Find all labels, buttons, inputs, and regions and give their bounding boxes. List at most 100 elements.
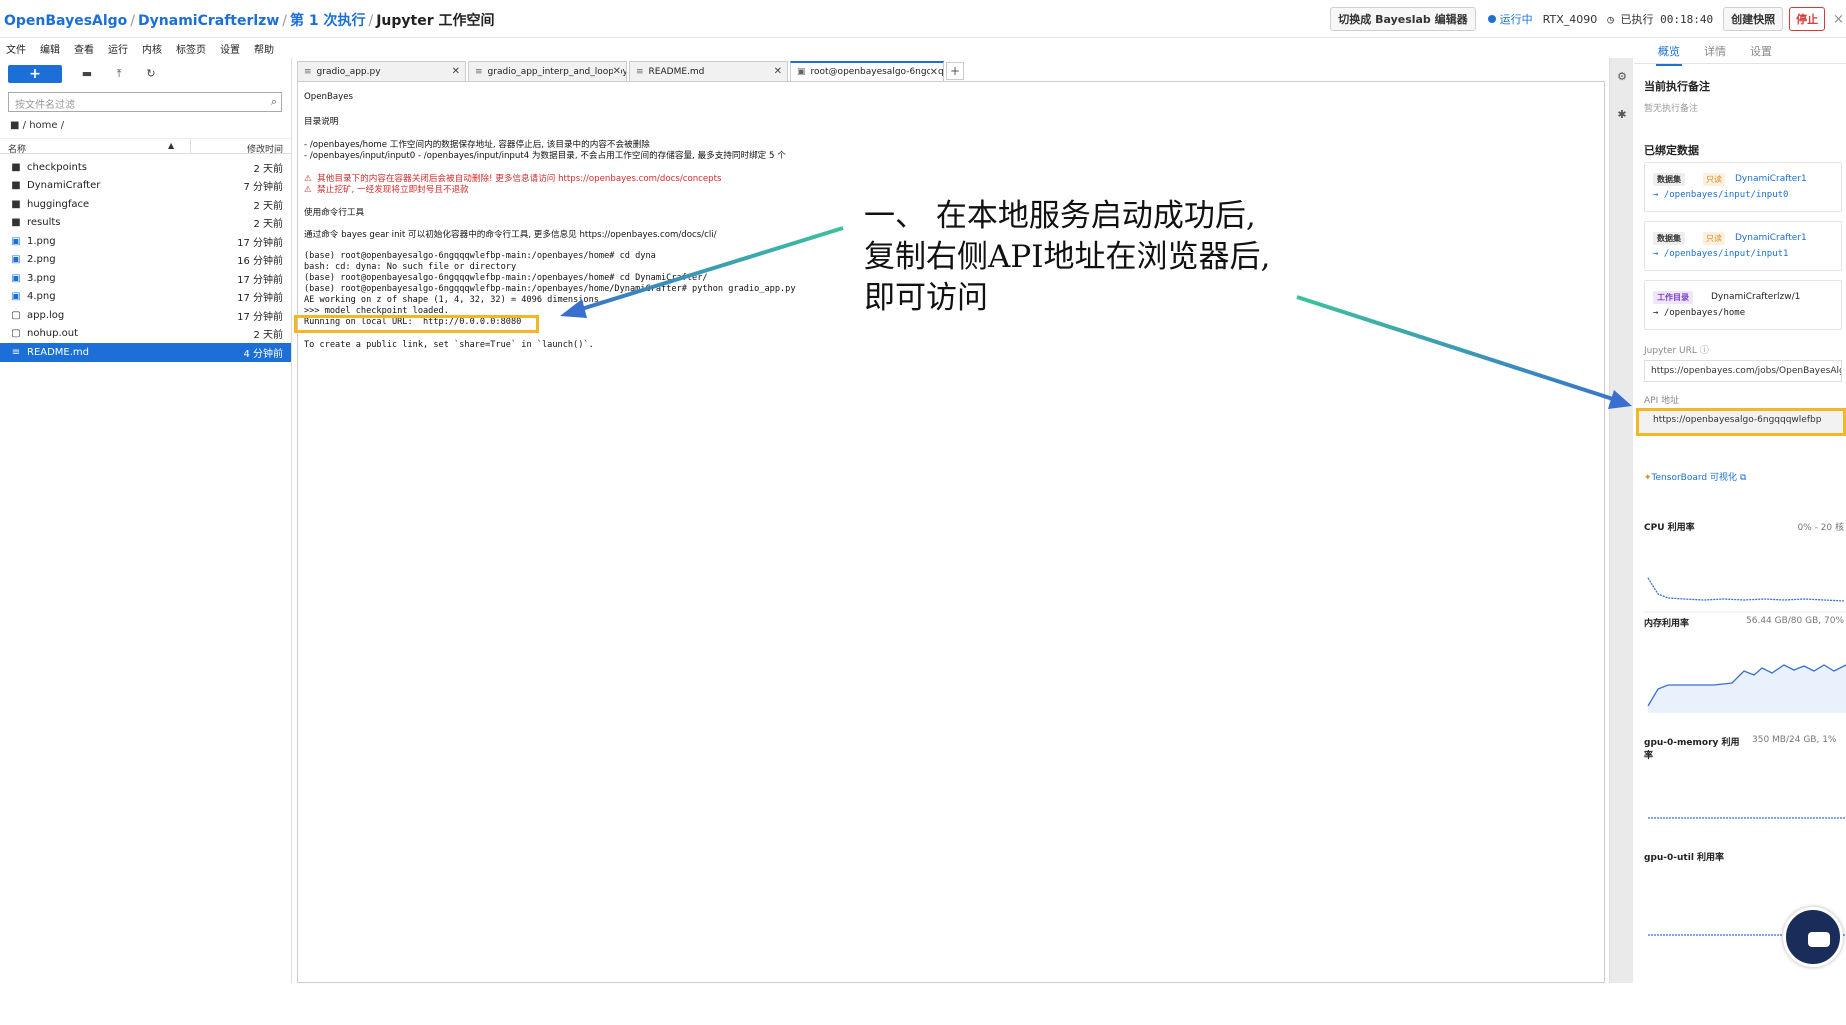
upload-icon[interactable]: ⤒	[112, 67, 126, 81]
new-launcher-button[interactable]: +	[8, 65, 62, 83]
tab-overview[interactable]: 概览	[1656, 43, 1682, 66]
bound-data-title: 已绑定数据	[1644, 144, 1699, 157]
annotation-text: 一、 在本地服务启动成功后, 复制右侧API地址在浏览器后, 即可访问	[864, 198, 1271, 316]
terminal-line: AE working on z of shape (1, 4, 32, 32) …	[304, 295, 605, 305]
dataset-tag: 数据集	[1653, 232, 1685, 245]
file-row-1-png[interactable]: 1.png17 分钟前	[0, 232, 291, 251]
breadcrumb-org[interactable]: OpenBayesAlgo	[4, 13, 127, 29]
file-modified: 2 天前	[253, 163, 283, 175]
file-browser: + ▬ ⤒ ↻ 按文件名过滤 ⌕ ■ / home / 名称 ▲ 修改时间 ch…	[0, 58, 292, 983]
terminal-line: bash: cd: dyna: No such file or director…	[304, 262, 517, 272]
job-info-panel: 概览 详情 设置 当前执行备注 暂无执行备注 已绑定数据 数据集 只读 Dyna…	[1634, 38, 1846, 983]
file-row-readme-md[interactable]: README.md4 分钟前	[0, 343, 291, 362]
tab-details[interactable]: 详情	[1704, 43, 1726, 59]
menu-tabs[interactable]: 标签页	[176, 41, 206, 56]
memory-chart	[1647, 664, 1846, 713]
file-modified: 7 分钟前	[243, 182, 283, 194]
menu-kernel[interactable]: 内核	[142, 41, 162, 56]
file-row-checkpoints[interactable]: checkpoints 2 天前	[0, 158, 291, 177]
chat-support-button[interactable]	[1783, 907, 1843, 967]
menu-view[interactable]: 查看	[74, 41, 94, 56]
folder-icon	[10, 217, 22, 228]
terminal-dir-title: 目录说明	[304, 117, 339, 127]
file-row-huggingface[interactable]: huggingface 2 天前	[0, 195, 291, 214]
file-modified: 2 天前	[253, 219, 283, 231]
breadcrumb-run[interactable]: 第 1 次执行	[290, 13, 366, 29]
column-modified[interactable]: 修改时间	[247, 142, 283, 155]
tab-gradio-app[interactable]: ≡ gradio_app.py ✕	[297, 61, 466, 81]
file-row-3-png[interactable]: 3.png17 分钟前	[0, 269, 291, 288]
external-link-icon: ⧉	[1739, 473, 1747, 483]
menu-help[interactable]: 帮助	[254, 41, 274, 56]
menu-bar: 文件 编辑 查看 运行 内核 标签页 设置 帮助	[0, 38, 1630, 58]
file-row-2-png[interactable]: 2.png16 分钟前	[0, 251, 291, 270]
column-name[interactable]: 名称	[8, 142, 26, 155]
menu-edit[interactable]: 编辑	[40, 41, 60, 56]
close-tab-icon[interactable]: ✕	[451, 66, 460, 77]
image-icon	[10, 236, 22, 247]
tab-settings[interactable]: 设置	[1750, 43, 1772, 59]
create-snapshot-button[interactable]: 创建快照	[1723, 7, 1784, 31]
new-folder-icon[interactable]: ▬	[80, 67, 94, 81]
menu-file[interactable]: 文件	[6, 41, 26, 56]
menu-run[interactable]: 运行	[108, 41, 128, 56]
terminal-line: (base) root@openbayesalgo-6ngqqqwlefbp-m…	[304, 251, 656, 261]
gpu-memory-metric: gpu-0-memory 利用率 350 MB/24 GB, 1%	[1644, 735, 1837, 761]
file-modified: 17 分钟前	[237, 274, 283, 286]
tab-gradio-app-interp[interactable]: ≡ gradio_app_interp_and_loop.py ✕	[468, 61, 627, 81]
file-modified: 2 天前	[253, 200, 283, 212]
top-bar-actions: 切换成 Bayeslab 编辑器 运行中 RTX_4090 ◷ 已执行 00:1…	[1330, 7, 1846, 31]
debugger-icon[interactable]: ✱	[1616, 108, 1628, 121]
binding-name-link[interactable]: DynamiCrafter1	[1735, 174, 1807, 184]
jupyter-url-field[interactable]: https://openbayes.com/jobs/OpenBayesAlgo	[1644, 360, 1842, 382]
switch-editor-button[interactable]: 切换成 Bayeslab 编辑器	[1330, 7, 1476, 31]
local-url-highlight	[294, 315, 539, 333]
close-icon[interactable]: ×	[1833, 12, 1844, 27]
file-row-nohup-out[interactable]: nohup.out 2 天前	[0, 325, 291, 344]
binding-name-link[interactable]: DynamiCrafter1	[1735, 233, 1807, 243]
close-tab-icon[interactable]: ✕	[773, 66, 782, 77]
add-tab-button[interactable]: +	[946, 62, 964, 80]
terminal-warning: ⚠ 禁止挖矿, 一经发现将立即封号且不退款	[304, 185, 469, 195]
info-tabs: 概览 详情 设置	[1634, 38, 1846, 66]
flame-icon: ✦	[1644, 473, 1652, 483]
file-icon	[10, 310, 22, 321]
info-icon[interactable]: ⓘ	[1700, 346, 1709, 356]
terminal-line: - /openbayes/input/input0 - /openbayes/i…	[304, 151, 786, 161]
tab-readme[interactable]: ≡ README.md ✕	[629, 61, 788, 81]
tab-terminal[interactable]: ▣root@openbayesalgo-6ngqqqwlefbp-main✕	[790, 61, 944, 81]
jupyter-url-label: Jupyter URL ⓘ	[1644, 346, 1709, 356]
file-filter-input[interactable]: 按文件名过滤 ⌕	[8, 92, 282, 112]
close-tab-icon[interactable]: ✕	[612, 66, 621, 77]
close-tab-icon[interactable]: ✕	[929, 66, 938, 78]
file-modified: 2 天前	[253, 330, 283, 342]
api-url-label: API 地址	[1644, 396, 1680, 406]
file-icon	[10, 328, 22, 339]
dataset-tag: 数据集	[1653, 173, 1685, 186]
status-dot-icon	[1487, 15, 1496, 23]
sort-asc-icon[interactable]: ▲	[168, 141, 174, 150]
stop-button[interactable]: 停止	[1789, 7, 1826, 31]
file-row-dynamicrafter[interactable]: DynamiCrafter7 分钟前	[0, 177, 291, 196]
file-modified: 17 分钟前	[237, 311, 283, 323]
api-url-field[interactable]: https://openbayesalgo-6ngqqqwlefbp	[1636, 408, 1846, 436]
note-title: 当前执行备注	[1644, 80, 1710, 93]
terminal-brand: OpenBayes	[304, 92, 353, 102]
file-row-4-png[interactable]: 4.png17 分钟前	[0, 288, 291, 307]
gpu-memory-chart	[1648, 817, 1846, 819]
workdir-tag: 工作目录	[1653, 291, 1693, 304]
file-row-results[interactable]: results 2 天前	[0, 214, 291, 233]
menu-settings[interactable]: 设置	[220, 41, 240, 56]
refresh-icon[interactable]: ↻	[144, 67, 158, 81]
folder-icon	[10, 180, 22, 191]
image-icon	[10, 291, 22, 302]
current-path[interactable]: ■ / home /	[10, 120, 64, 131]
file-row-app-log[interactable]: app.log17 分钟前	[0, 306, 291, 325]
property-inspector-icon[interactable]: ⚙	[1616, 70, 1628, 83]
image-icon	[10, 254, 22, 265]
file-list-header: 名称 ▲ 修改时间	[0, 138, 291, 155]
tensorboard-link[interactable]: ✦TensorBoard 可视化 ⧉	[1644, 470, 1746, 483]
workdir-name[interactable]: DynamiCrafterlzw/1	[1711, 292, 1800, 302]
breadcrumb-project[interactable]: DynamiCrafterlzw	[138, 13, 279, 29]
gpu-util-metric: gpu-0-util 利用率	[1644, 853, 1725, 863]
